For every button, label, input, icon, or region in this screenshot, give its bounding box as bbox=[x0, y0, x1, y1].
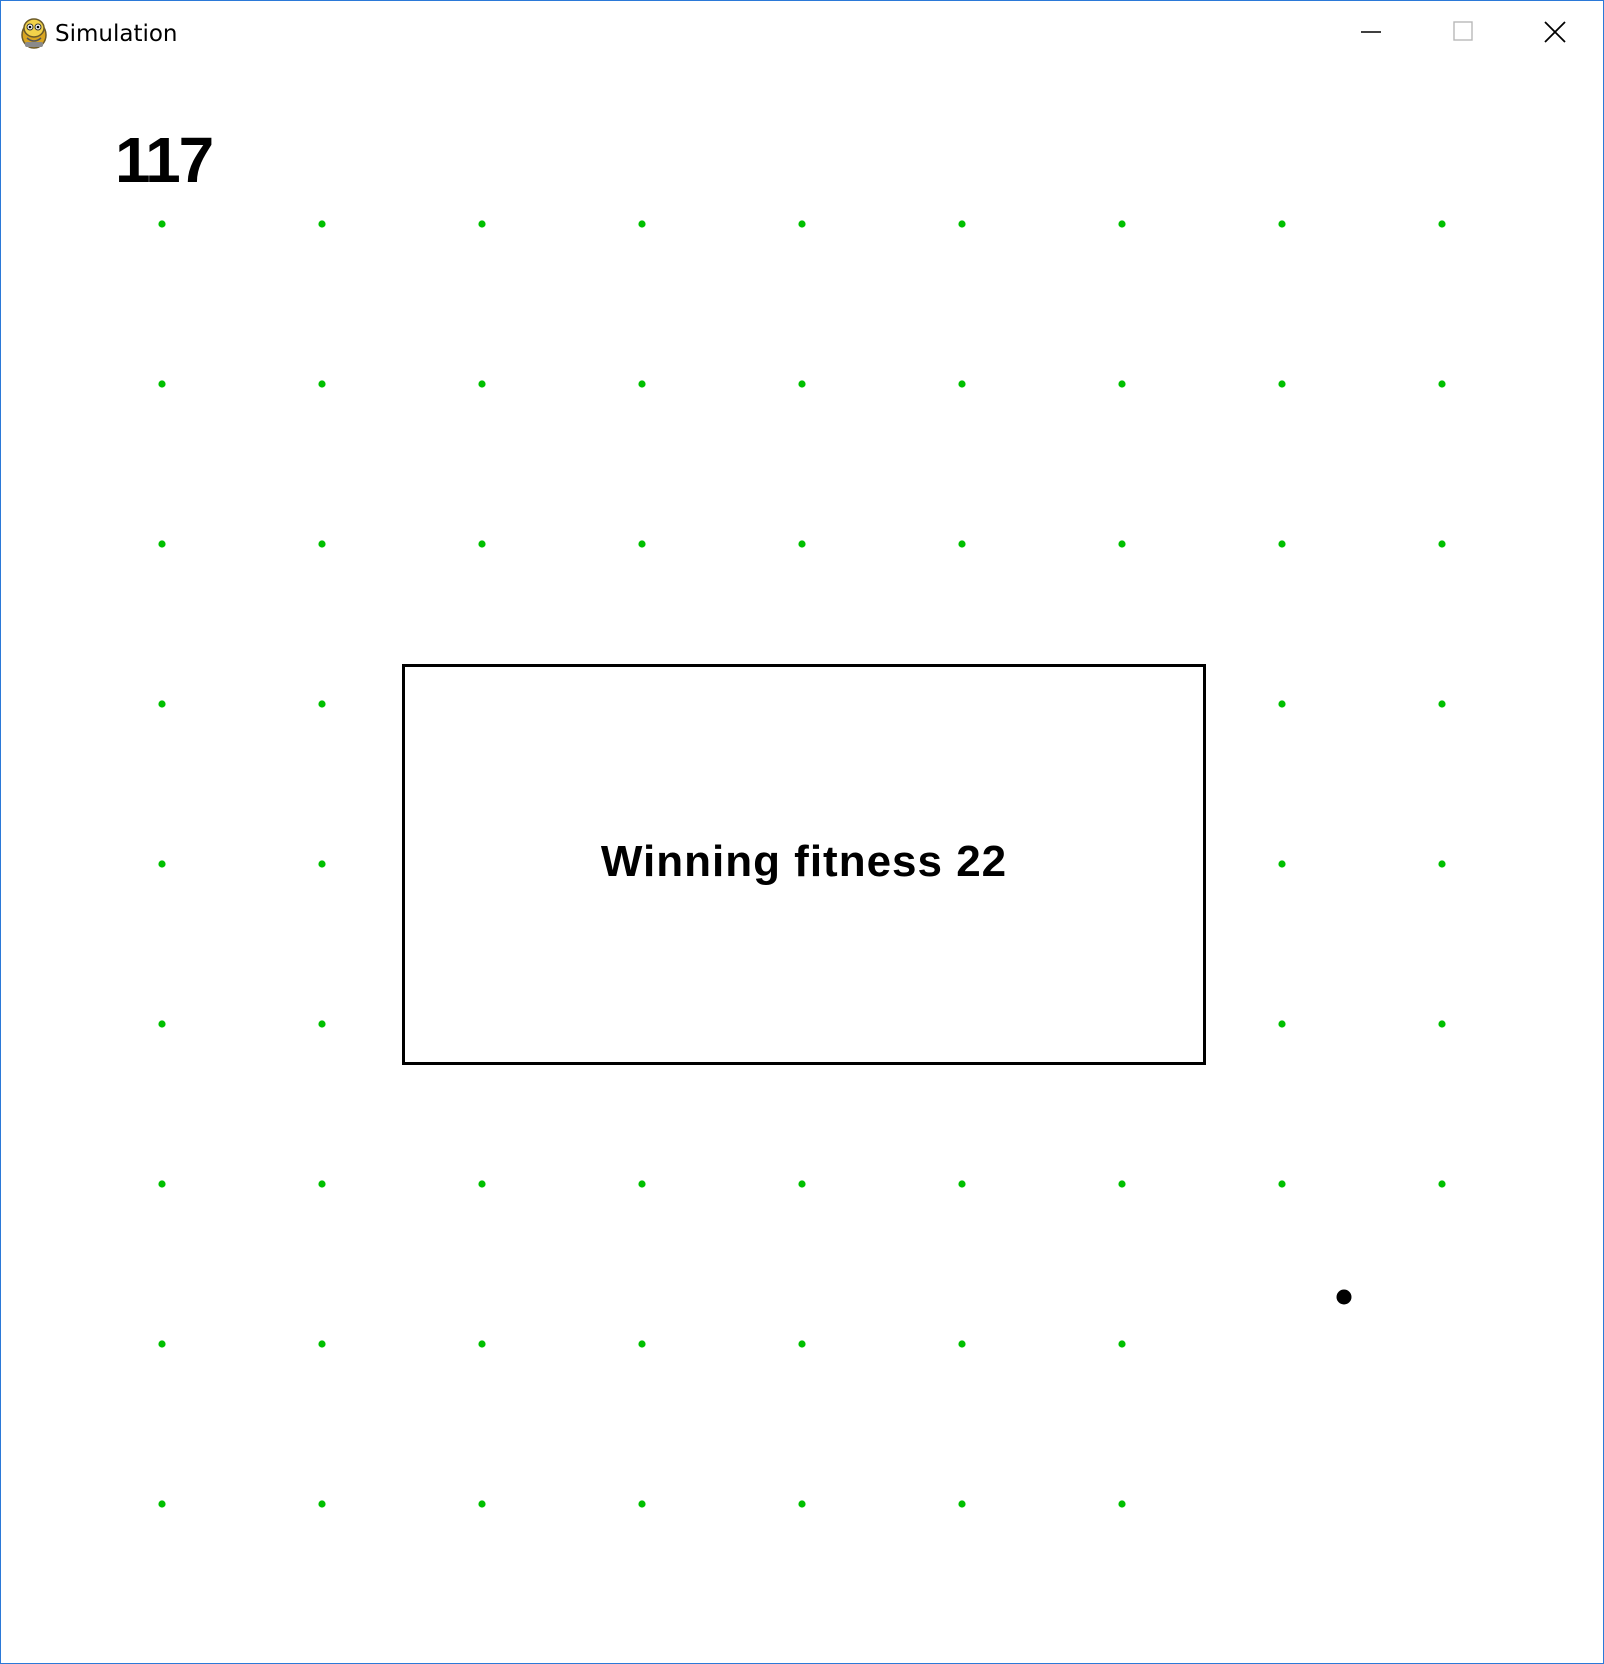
food-dot bbox=[158, 220, 166, 228]
food-dot bbox=[158, 540, 166, 548]
food-dot bbox=[798, 1340, 806, 1348]
maximize-button[interactable] bbox=[1417, 1, 1509, 63]
food-dot bbox=[1118, 1340, 1126, 1348]
food-dot bbox=[638, 380, 646, 388]
food-dot bbox=[318, 700, 326, 708]
food-dot bbox=[478, 1340, 486, 1348]
food-dot bbox=[1118, 1500, 1126, 1508]
food-dot bbox=[1278, 220, 1286, 228]
food-dot bbox=[638, 220, 646, 228]
title-bar[interactable]: Simulation bbox=[1, 1, 1603, 67]
food-dot bbox=[318, 220, 326, 228]
food-dot bbox=[958, 220, 966, 228]
food-dot bbox=[478, 380, 486, 388]
food-dot bbox=[958, 1340, 966, 1348]
food-dot bbox=[1438, 1180, 1446, 1188]
result-dialog: Winning fitness 22 bbox=[402, 664, 1206, 1065]
food-dot bbox=[638, 1340, 646, 1348]
food-dot bbox=[158, 1340, 166, 1348]
pygame-snake-icon bbox=[19, 16, 49, 50]
minimize-button[interactable] bbox=[1325, 1, 1417, 63]
food-dot bbox=[638, 1500, 646, 1508]
food-dot bbox=[478, 1500, 486, 1508]
food-dot bbox=[798, 1180, 806, 1188]
food-dot bbox=[1278, 1180, 1286, 1188]
food-dot bbox=[1438, 220, 1446, 228]
food-dot bbox=[958, 1180, 966, 1188]
food-dot bbox=[1118, 220, 1126, 228]
food-dot bbox=[1438, 380, 1446, 388]
food-dot bbox=[1278, 380, 1286, 388]
food-dot bbox=[478, 540, 486, 548]
food-dot bbox=[318, 540, 326, 548]
food-dot bbox=[1278, 700, 1286, 708]
food-dot bbox=[318, 1180, 326, 1188]
food-dot bbox=[318, 1020, 326, 1028]
food-dot bbox=[1438, 860, 1446, 868]
window-title: Simulation bbox=[55, 21, 178, 47]
close-button[interactable] bbox=[1509, 1, 1601, 63]
food-dot bbox=[1278, 860, 1286, 868]
food-dot bbox=[638, 540, 646, 548]
agent-dot bbox=[1336, 1289, 1352, 1305]
food-dot bbox=[1118, 380, 1126, 388]
food-dot bbox=[798, 380, 806, 388]
food-dot bbox=[958, 540, 966, 548]
food-dot bbox=[1278, 540, 1286, 548]
food-dot bbox=[1118, 1180, 1126, 1188]
food-dot bbox=[478, 220, 486, 228]
food-dot bbox=[958, 380, 966, 388]
score-counter: 117 bbox=[115, 124, 214, 196]
food-dot bbox=[638, 1180, 646, 1188]
maximize-icon bbox=[1453, 21, 1473, 41]
food-dot bbox=[1438, 1020, 1446, 1028]
close-icon bbox=[1544, 21, 1566, 43]
food-dot bbox=[798, 540, 806, 548]
food-dot bbox=[318, 1340, 326, 1348]
food-dot bbox=[478, 1180, 486, 1188]
food-dot bbox=[318, 1500, 326, 1508]
food-dot bbox=[798, 220, 806, 228]
food-dot bbox=[1438, 540, 1446, 548]
food-dot bbox=[158, 380, 166, 388]
food-dot bbox=[318, 860, 326, 868]
simulation-window: Simulation 117 Winning fitness 22 bbox=[0, 0, 1604, 1664]
food-dot bbox=[158, 860, 166, 868]
minimize-icon bbox=[1361, 31, 1381, 33]
food-dot bbox=[318, 380, 326, 388]
food-dot bbox=[1438, 700, 1446, 708]
food-dot bbox=[158, 1500, 166, 1508]
food-dot bbox=[1118, 540, 1126, 548]
result-message: Winning fitness 22 bbox=[600, 837, 1008, 886]
food-dot bbox=[798, 1500, 806, 1508]
food-dot bbox=[158, 700, 166, 708]
food-dot bbox=[1278, 1020, 1286, 1028]
food-dot bbox=[958, 1500, 966, 1508]
food-dot bbox=[158, 1180, 166, 1188]
food-dot bbox=[158, 1020, 166, 1028]
